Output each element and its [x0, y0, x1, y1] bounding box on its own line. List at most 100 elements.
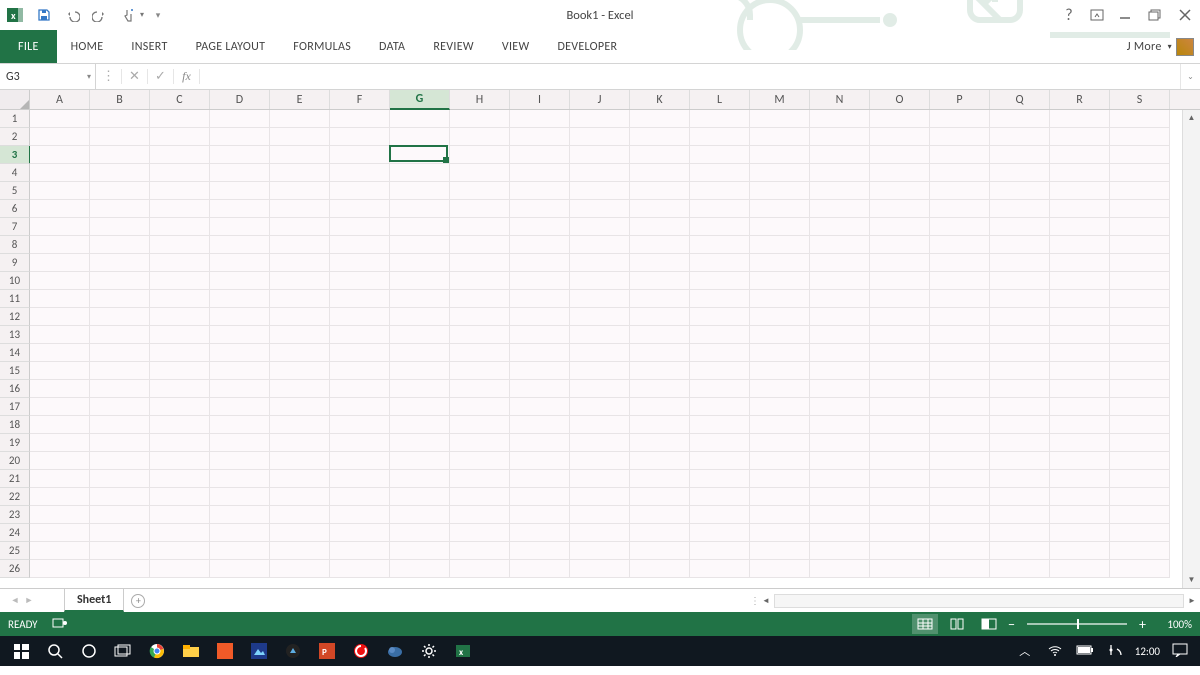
cell[interactable] — [150, 398, 210, 416]
row-header[interactable]: 24 — [0, 524, 30, 542]
cell[interactable] — [630, 506, 690, 524]
cell[interactable] — [750, 434, 810, 452]
cell[interactable] — [570, 560, 630, 578]
cell[interactable] — [690, 362, 750, 380]
column-header[interactable]: M — [750, 90, 810, 109]
cell[interactable] — [750, 308, 810, 326]
cell[interactable] — [270, 254, 330, 272]
cell[interactable] — [390, 470, 450, 488]
cell[interactable] — [870, 164, 930, 182]
cell[interactable] — [150, 128, 210, 146]
zoom-out-button[interactable]: − — [1008, 616, 1015, 633]
cell[interactable] — [330, 452, 390, 470]
row-header[interactable]: 23 — [0, 506, 30, 524]
cell[interactable] — [390, 452, 450, 470]
cell[interactable] — [510, 272, 570, 290]
fill-handle[interactable] — [443, 157, 449, 163]
cell[interactable] — [990, 254, 1050, 272]
save-button[interactable] — [30, 1, 58, 29]
column-header[interactable]: D — [210, 90, 270, 109]
cell[interactable] — [510, 254, 570, 272]
cell[interactable] — [630, 308, 690, 326]
cell[interactable] — [390, 488, 450, 506]
cell[interactable] — [450, 272, 510, 290]
cell[interactable] — [930, 308, 990, 326]
cell[interactable] — [90, 506, 150, 524]
scroll-down-button[interactable]: ▼ — [1183, 572, 1200, 588]
cell[interactable] — [810, 164, 870, 182]
cell[interactable] — [1050, 488, 1110, 506]
cell[interactable] — [390, 380, 450, 398]
cell[interactable] — [810, 110, 870, 128]
cell[interactable] — [810, 254, 870, 272]
cell[interactable] — [930, 488, 990, 506]
cell[interactable] — [450, 560, 510, 578]
cell[interactable] — [450, 452, 510, 470]
cell[interactable] — [450, 506, 510, 524]
cell[interactable] — [1110, 182, 1170, 200]
cell[interactable] — [870, 524, 930, 542]
cell[interactable] — [690, 164, 750, 182]
cell[interactable] — [930, 236, 990, 254]
cell[interactable] — [210, 326, 270, 344]
cell[interactable] — [450, 164, 510, 182]
cell[interactable] — [270, 326, 330, 344]
cell[interactable] — [210, 164, 270, 182]
scroll-up-button[interactable]: ▲ — [1183, 110, 1200, 126]
cell[interactable] — [510, 344, 570, 362]
column-header[interactable]: F — [330, 90, 390, 109]
cell[interactable] — [450, 218, 510, 236]
cell[interactable] — [510, 416, 570, 434]
cell[interactable] — [150, 524, 210, 542]
cell[interactable] — [870, 236, 930, 254]
cell[interactable] — [330, 416, 390, 434]
cell[interactable] — [210, 254, 270, 272]
cell[interactable] — [390, 272, 450, 290]
cell[interactable] — [450, 308, 510, 326]
cell[interactable] — [570, 488, 630, 506]
cell[interactable] — [1050, 452, 1110, 470]
select-all-button[interactable] — [0, 90, 30, 109]
cell[interactable] — [570, 398, 630, 416]
cell[interactable] — [90, 416, 150, 434]
cell[interactable] — [810, 488, 870, 506]
cell[interactable] — [150, 182, 210, 200]
cell[interactable] — [30, 308, 90, 326]
cell[interactable] — [270, 434, 330, 452]
cell[interactable] — [150, 290, 210, 308]
chrome-icon[interactable] — [140, 636, 174, 666]
cell[interactable] — [690, 542, 750, 560]
ccleaner-icon[interactable] — [344, 636, 378, 666]
row-header[interactable]: 9 — [0, 254, 30, 272]
column-header[interactable]: K — [630, 90, 690, 109]
cell[interactable] — [1050, 362, 1110, 380]
cell[interactable] — [750, 344, 810, 362]
tab-page-layout[interactable]: PAGE LAYOUT — [182, 30, 280, 63]
cell[interactable] — [570, 254, 630, 272]
cell[interactable] — [810, 542, 870, 560]
cell[interactable] — [990, 560, 1050, 578]
cell[interactable] — [630, 200, 690, 218]
cell[interactable] — [150, 362, 210, 380]
cell[interactable] — [570, 290, 630, 308]
cell[interactable] — [450, 254, 510, 272]
column-header[interactable]: Q — [990, 90, 1050, 109]
column-header[interactable]: E — [270, 90, 330, 109]
view-normal-button[interactable] — [912, 614, 938, 634]
cell[interactable] — [570, 200, 630, 218]
cell[interactable] — [270, 308, 330, 326]
cell[interactable] — [210, 488, 270, 506]
cell[interactable] — [450, 416, 510, 434]
cell[interactable] — [210, 560, 270, 578]
cell[interactable] — [90, 146, 150, 164]
row-header[interactable]: 14 — [0, 344, 30, 362]
cell[interactable] — [390, 344, 450, 362]
cell[interactable] — [750, 200, 810, 218]
cell[interactable] — [270, 344, 330, 362]
cell[interactable] — [450, 290, 510, 308]
cell[interactable] — [810, 362, 870, 380]
cell[interactable] — [570, 326, 630, 344]
cell[interactable] — [30, 182, 90, 200]
cell[interactable] — [570, 146, 630, 164]
cell[interactable] — [330, 182, 390, 200]
